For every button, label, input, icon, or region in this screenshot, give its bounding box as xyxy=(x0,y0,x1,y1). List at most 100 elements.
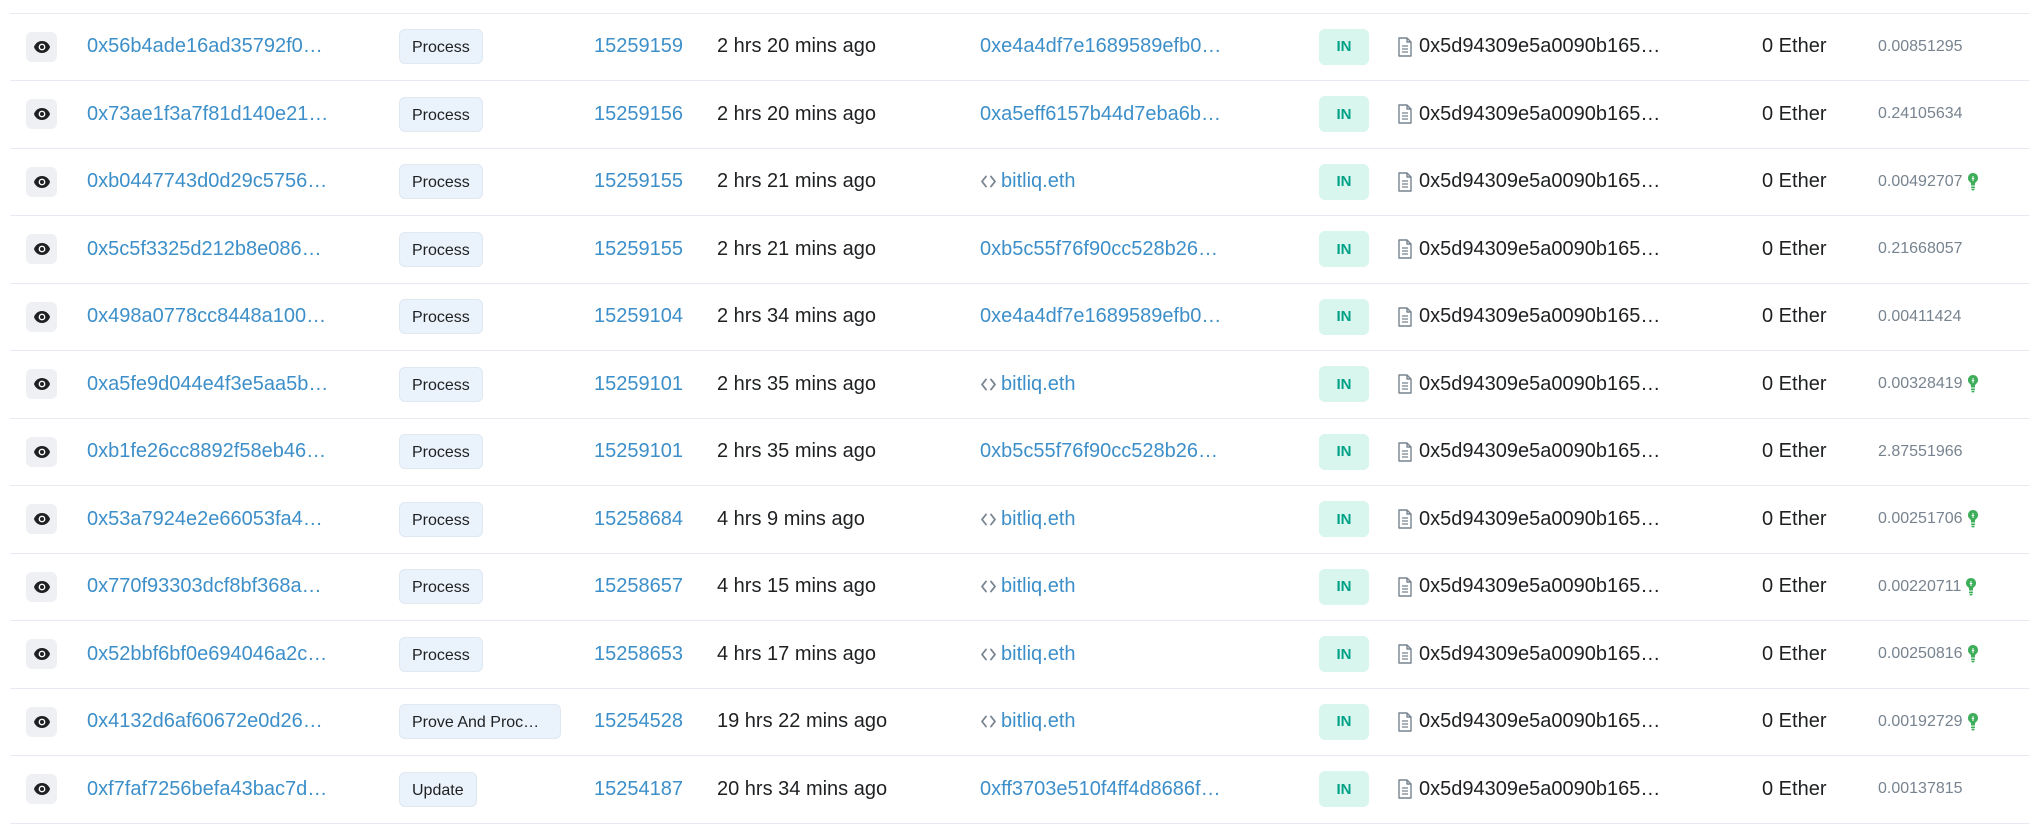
tx-fee: 0.00328419 xyxy=(1878,375,1963,392)
lightbulb-icon xyxy=(1967,172,1979,192)
tx-fee: 0.00220711 xyxy=(1878,577,1962,595)
from-address-link[interactable]: 0xb5c55f76f90cc528b26… xyxy=(980,440,1218,463)
view-details-button[interactable] xyxy=(26,234,57,264)
tx-value: 0 Ether xyxy=(1762,170,1827,192)
table-row: 0x498a0778cc8448a100… Process 15259104 2… xyxy=(10,283,2029,351)
tx-hash-link[interactable]: 0xb1fe26cc8892f58eb46… xyxy=(87,440,326,463)
from-address-link[interactable]: bitliq.eth xyxy=(1001,575,1076,598)
direction-badge: IN xyxy=(1319,231,1369,267)
document-icon xyxy=(1397,239,1413,259)
block-number-link[interactable]: 15254187 xyxy=(594,778,683,801)
document-icon xyxy=(1397,104,1413,124)
from-address-link[interactable]: bitliq.eth xyxy=(1001,373,1076,396)
tx-value: 0 Ether xyxy=(1762,642,1827,665)
document-icon xyxy=(1397,171,1413,192)
block-number-link[interactable]: 15259155 xyxy=(594,170,683,193)
view-details-button[interactable] xyxy=(26,31,57,62)
view-details-button[interactable] xyxy=(26,639,57,669)
direction-badge: IN xyxy=(1319,568,1369,605)
from-address-link[interactable]: bitliq.eth xyxy=(1001,643,1076,666)
view-details-button[interactable] xyxy=(26,166,57,197)
eye-icon xyxy=(33,580,50,593)
tx-fee: 0.00192729 xyxy=(1878,712,1963,730)
tx-hash-link[interactable]: 0x4132d6af60672e0d26… xyxy=(87,710,323,733)
direction-badge: IN xyxy=(1319,96,1369,132)
eye-icon xyxy=(33,648,50,660)
block-number-link[interactable]: 15259156 xyxy=(594,103,683,126)
document-icon xyxy=(1397,374,1413,394)
from-address-link[interactable]: 0xb5c55f76f90cc528b26… xyxy=(980,238,1218,261)
to-address: 0x5d94309e5a0090b165… xyxy=(1419,777,1661,800)
tx-hash-link[interactable]: 0x53a7924e2e66053fa4… xyxy=(87,508,323,531)
block-number-link[interactable]: 15259159 xyxy=(594,35,683,58)
contract-code-icon xyxy=(980,376,997,393)
lightbulb-icon xyxy=(1967,712,1979,732)
document-icon xyxy=(1397,779,1413,799)
block-number-link[interactable]: 15258653 xyxy=(594,643,683,666)
tx-hash-link[interactable]: 0x52bbf6bf0e694046a2c… xyxy=(87,643,327,666)
direction-badge: IN xyxy=(1319,433,1369,470)
block-number-link[interactable]: 15259155 xyxy=(594,238,683,261)
tx-age: 2 hrs 20 mins ago xyxy=(717,102,876,125)
tx-hash-link[interactable]: 0x498a0778cc8448a100… xyxy=(87,305,326,328)
eye-icon xyxy=(33,243,50,255)
view-details-button[interactable] xyxy=(26,774,57,804)
lightbulb-icon xyxy=(1965,577,1977,597)
tx-fee: 0.00492707 xyxy=(1878,172,1963,190)
to-address: 0x5d94309e5a0090b165… xyxy=(1419,507,1661,530)
view-details-button[interactable] xyxy=(26,369,57,399)
from-address-link[interactable]: bitliq.eth xyxy=(1001,508,1076,531)
to-address: 0x5d94309e5a0090b165… xyxy=(1419,35,1661,57)
block-number-link[interactable]: 15254528 xyxy=(594,710,683,733)
tx-age: 20 hrs 34 mins ago xyxy=(717,777,888,800)
tx-fee: 0.24105634 xyxy=(1878,105,1963,122)
eye-icon xyxy=(33,715,50,728)
tx-value: 0 Ether xyxy=(1762,710,1827,732)
contract-code-icon xyxy=(980,511,997,528)
block-number-link[interactable]: 15259101 xyxy=(594,440,683,463)
view-details-button[interactable] xyxy=(26,436,57,467)
table-row: 0xb1fe26cc8892f58eb46… Process 15259101 … xyxy=(10,418,2029,486)
from-address-link[interactable]: 0xff3703e510f4ff4d8686f… xyxy=(980,778,1221,801)
tx-hash-link[interactable]: 0x56b4ade16ad35792f0… xyxy=(87,35,323,58)
tx-hash-link[interactable]: 0xf7faf7256befa43bac7d… xyxy=(87,778,327,801)
from-address-link[interactable]: 0xe4a4df7e1689589efb0… xyxy=(980,35,1221,58)
tx-hash-link[interactable]: 0x73ae1f3a7f81d140e21… xyxy=(87,103,328,126)
view-details-button[interactable] xyxy=(26,504,57,534)
to-address: 0x5d94309e5a0090b165… xyxy=(1419,305,1661,327)
table-row: 0x56b4ade16ad35792f0… Process 15259159 2… xyxy=(10,13,2029,81)
contract-code-icon xyxy=(980,173,997,190)
tx-hash-link[interactable]: 0x5c5f3325d212b8e086… xyxy=(87,238,322,261)
view-details-button[interactable] xyxy=(26,571,57,602)
table-row: 0x770f93303dcf8bf368a… Process 15258657 … xyxy=(10,553,2029,621)
view-details-button[interactable] xyxy=(26,301,57,332)
document-icon xyxy=(1397,441,1413,462)
tx-value: 0 Ether xyxy=(1762,507,1827,530)
from-address-link[interactable]: bitliq.eth xyxy=(1001,710,1076,733)
table-row: 0x73ae1f3a7f81d140e21… Process 15259156 … xyxy=(10,81,2029,149)
tx-hash-link[interactable]: 0xb0447743d0d29c5756… xyxy=(87,170,327,193)
view-details-button[interactable] xyxy=(26,99,57,129)
tx-age: 2 hrs 34 mins ago xyxy=(717,305,876,327)
from-address-link[interactable]: 0xa5eff6157b44d7eba6b… xyxy=(980,103,1221,126)
tx-age: 2 hrs 21 mins ago xyxy=(717,170,876,192)
tx-hash-link[interactable]: 0x770f93303dcf8bf368a… xyxy=(87,575,322,598)
method-badge: Prove And Proces… xyxy=(399,704,561,739)
tx-hash-link[interactable]: 0xa5fe9d044e4f3e5aa5b… xyxy=(87,373,328,396)
lightbulb-icon xyxy=(1967,644,1979,664)
from-address-link[interactable]: bitliq.eth xyxy=(1001,170,1076,193)
from-address-link[interactable]: 0xe4a4df7e1689589efb0… xyxy=(980,305,1221,328)
tx-age: 4 hrs 9 mins ago xyxy=(717,507,865,530)
block-number-link[interactable]: 15259104 xyxy=(594,305,683,328)
direction-badge: IN xyxy=(1319,366,1369,402)
table-row: 0x53a7924e2e66053fa4… Process 15258684 4… xyxy=(10,486,2029,554)
method-badge: Process xyxy=(399,636,483,672)
block-number-link[interactable]: 15258684 xyxy=(594,508,683,531)
block-number-link[interactable]: 15258657 xyxy=(594,575,683,598)
table-row: 0x5c5f3325d212b8e086… Process 15259155 2… xyxy=(10,216,2029,284)
contract-code-icon xyxy=(980,713,997,730)
method-badge: Process xyxy=(399,569,483,604)
block-number-link[interactable]: 15259101 xyxy=(594,373,683,396)
to-address: 0x5d94309e5a0090b165… xyxy=(1419,170,1661,192)
view-details-button[interactable] xyxy=(26,706,57,737)
